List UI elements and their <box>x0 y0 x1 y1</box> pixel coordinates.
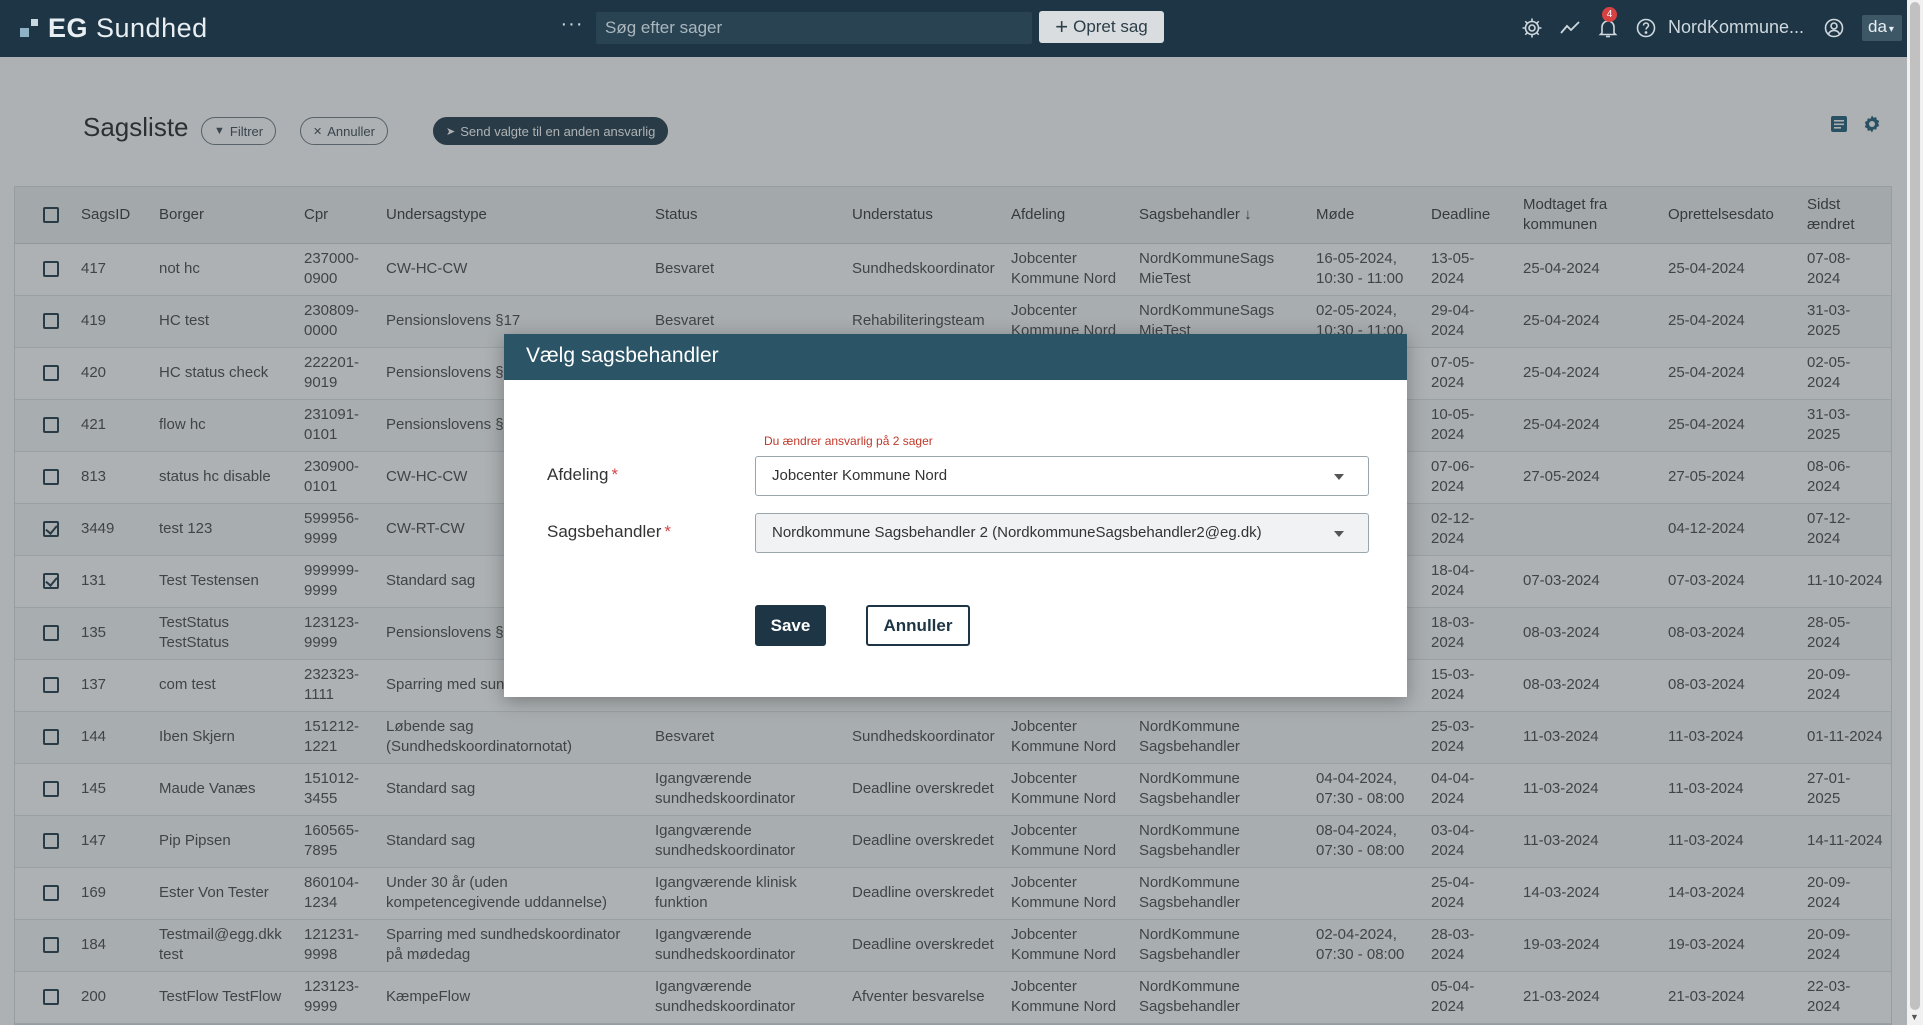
caseworker-select[interactable]: Nordkommune Sagsbehandler 2 (Nordkommune… <box>755 513 1369 553</box>
gear-icon[interactable] <box>1520 16 1544 40</box>
logo-mark-icon <box>20 18 40 39</box>
caseworker-label: Sagsbehandler * <box>547 522 671 541</box>
notification-badge: 4 <box>1602 7 1617 22</box>
user-icon[interactable] <box>1822 16 1846 40</box>
caseworker-value: Nordkommune Sagsbehandler 2 (Nordkommune… <box>772 524 1262 541</box>
create-case-button[interactable]: + Opret sag <box>1039 11 1164 43</box>
department-select[interactable]: Jobcenter Kommune Nord <box>755 456 1369 496</box>
more-menu-icon[interactable]: ··· <box>556 11 588 43</box>
top-bar: EG Sundhed ··· Søg efter sager + Opret sag… <box>0 0 1907 57</box>
help-icon[interactable] <box>1634 16 1658 40</box>
dialog-title: Vælg sagsbehandler <box>504 334 1407 380</box>
logo[interactable]: EG Sundhed <box>20 13 208 44</box>
department-label: Afdeling * <box>547 465 619 484</box>
logo-prefix: EG <box>48 13 89 43</box>
chevron-down-icon <box>1334 474 1344 480</box>
scroll-down-icon[interactable]: ▼ <box>1910 1012 1919 1022</box>
language-value: da <box>1868 17 1887 36</box>
trend-icon[interactable] <box>1558 16 1582 40</box>
chevron-down-icon: ▾ <box>1888 24 1894 35</box>
select-caseworker-dialog: Vælg sagsbehandler Du ændrer ansvarlig p… <box>504 334 1407 697</box>
dialog-warning: Du ændrer ansvarlig på 2 sager <box>764 434 933 448</box>
logo-name: Sundhed <box>96 13 208 43</box>
save-button[interactable]: Save <box>755 605 826 646</box>
page-scrollbar[interactable]: ▼ <box>1907 0 1923 1025</box>
create-case-label: Opret sag <box>1073 17 1148 36</box>
organization-name[interactable]: NordKommune... <box>1668 17 1804 38</box>
search-input[interactable]: Søg efter sager <box>596 12 1032 44</box>
plus-icon: + <box>1055 14 1069 39</box>
language-select[interactable]: da ▾ <box>1862 15 1902 41</box>
cancel-button[interactable]: Annuller <box>866 605 970 646</box>
chevron-down-icon <box>1334 531 1344 537</box>
department-value: Jobcenter Kommune Nord <box>772 467 948 484</box>
